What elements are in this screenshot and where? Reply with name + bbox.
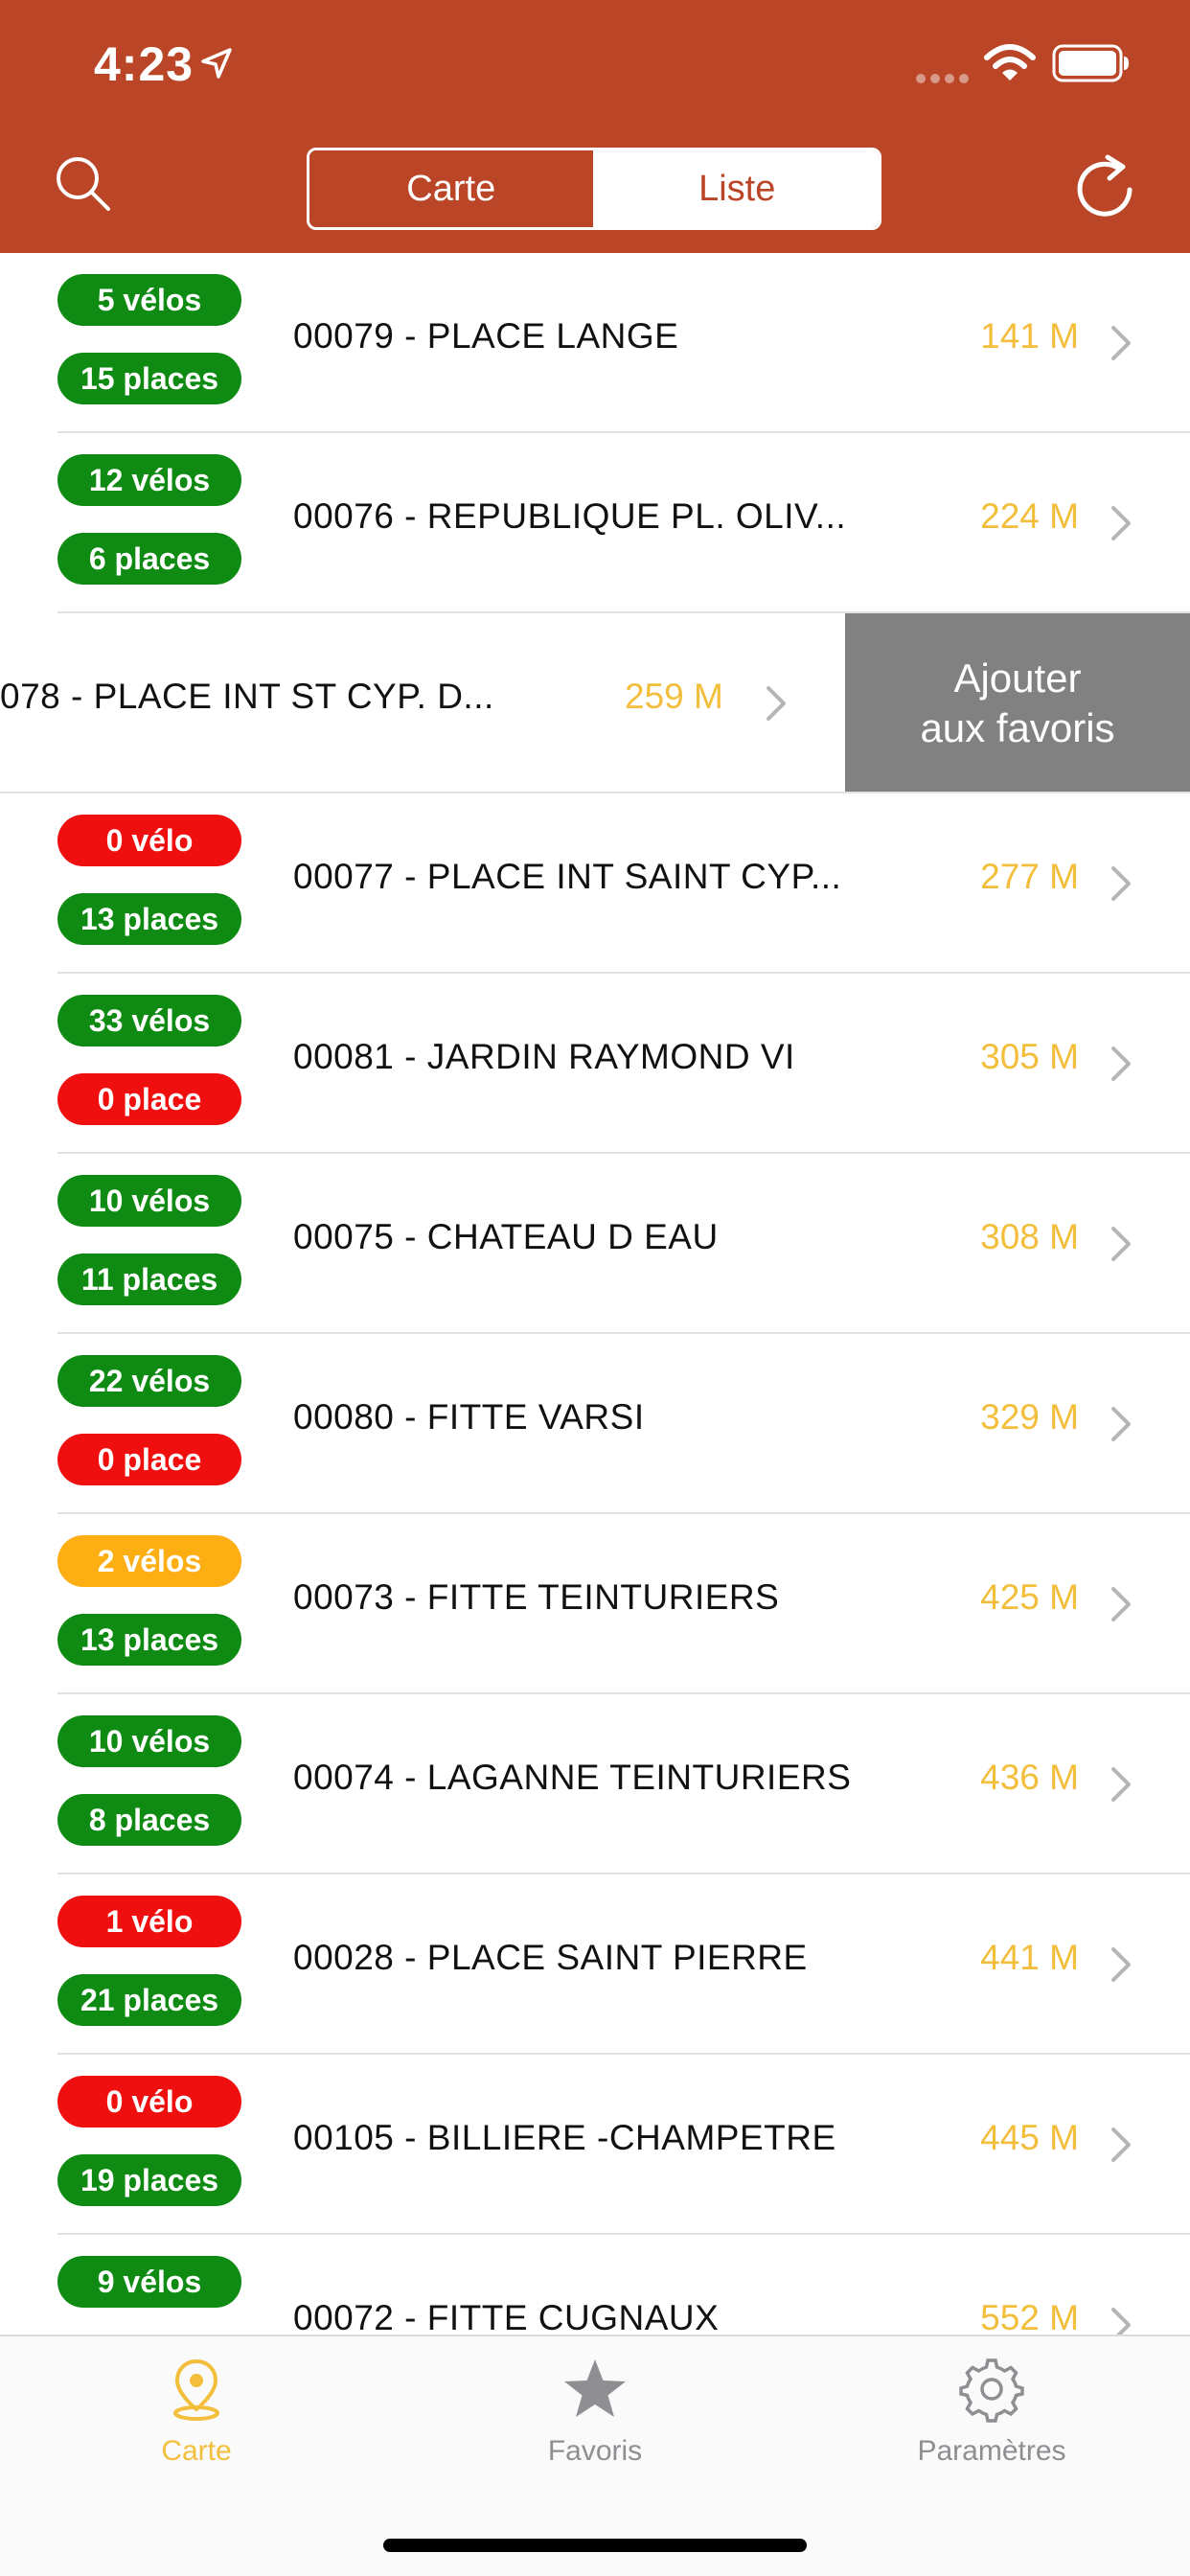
station-row[interactable]: 12 vélos 6 places 00076 - REPUBLIQUE PL.… [0,433,1190,613]
station-distance: 308 M [980,1217,1079,1256]
add-to-favorites-line2: aux favoris [920,705,1115,750]
station-distance: 552 M [980,2298,1079,2334]
station-row[interactable]: 33 vélos 0 place 00081 - JARDIN RAYMOND … [0,974,1190,1154]
station-distance: 259 M [625,677,723,716]
places-badge: 8 places [57,1794,241,1846]
segment-liste[interactable]: Liste [595,150,879,227]
station-name: 00079 - PLACE LANGE [293,316,679,356]
star-icon [564,2359,626,2417]
tab-parametres-label: Paramètres [917,2435,1066,2467]
station-distance: 329 M [980,1397,1079,1437]
bikes-badge: 5 vélos [57,274,241,326]
station-distance: 425 M [980,1577,1079,1617]
swiped-station-row[interactable]: 078 - PLACE INT ST CYP. D... 259 M Ajout… [0,613,1190,794]
chevron-right-icon [1111,2128,1131,2162]
station-distance: 277 M [980,857,1079,896]
app-header: 4:23 Carte Liste [0,0,1190,253]
location-arrow-icon [201,48,232,79]
station-row[interactable]: 0 vélo 13 places 00077 - PLACE INT SAINT… [0,794,1190,974]
station-name: 00072 - FITTE CUGNAUX [293,2298,720,2334]
chevron-right-icon [1111,1587,1131,1622]
swiped-row-content[interactable]: 078 - PLACE INT ST CYP. D... 259 M [0,613,845,794]
bikes-badge: 0 vélo [57,2076,241,2128]
station-row[interactable]: 5 vélos 15 places 00079 - PLACE LANGE 14… [0,253,1190,433]
places-badge: 21 places [57,1974,241,2026]
chevron-right-icon [1111,1227,1131,1261]
places-badge: 13 places [57,1614,241,1666]
chevron-right-icon [1111,1407,1131,1441]
station-row[interactable]: 0 vélo 19 places 00105 - BILLIERE -CHAMP… [0,2055,1190,2235]
tab-carte-label: Carte [161,2435,232,2467]
station-name: 00077 - PLACE INT SAINT CYP... [293,857,842,896]
station-list[interactable]: 5 vélos 15 places 00079 - PLACE LANGE 14… [0,253,1190,2334]
view-segmented-control: Carte Liste [307,148,881,230]
station-name: 00080 - FITTE VARSI [293,1397,645,1437]
bikes-badge: 9 vélos [57,2256,241,2308]
chevron-right-icon [1111,506,1131,540]
station-name: 00105 - BILLIERE -CHAMPETRE [293,2118,836,2157]
station-name: 00073 - FITTE TEINTURIERS [293,1577,780,1617]
refresh-icon[interactable] [1071,153,1138,220]
places-badge: 15 places [57,353,241,404]
station-distance: 445 M [980,2118,1079,2157]
station-row[interactable]: 1 vélo 21 places 00028 - PLACE SAINT PIE… [0,1874,1190,2055]
bikes-badge: 10 vélos [57,1175,241,1227]
status-time: 4:23 [94,37,195,91]
station-row[interactable]: 9 vélos 00072 - FITTE CUGNAUX 552 M [0,2235,1190,2334]
bikes-badge: 1 vélo [57,1896,241,1947]
station-distance: 141 M [980,316,1079,356]
places-badge: 6 places [57,533,241,585]
station-distance: 224 M [980,496,1079,536]
station-name: 00075 - CHATEAU D EAU [293,1217,719,1256]
gear-icon [959,2358,1024,2423]
station-row[interactable]: 10 vélos 11 places 00075 - CHATEAU D EAU… [0,1154,1190,1334]
bikes-badge: 12 vélos [57,454,241,506]
chevron-right-icon [1111,866,1131,901]
tab-favoris[interactable]: Favoris [451,2356,739,2468]
bikes-badge: 33 vélos [57,995,241,1046]
station-name: 00074 - LAGANNE TEINTURIERS [293,1758,852,1797]
station-name: 078 - PLACE INT ST CYP. D... [0,677,494,716]
map-pin-icon [173,2358,219,2421]
tab-parametres[interactable]: Paramètres [848,2356,1135,2468]
cellular-signal-icon [916,71,973,88]
segment-carte[interactable]: Carte [309,150,596,227]
places-badge: 0 place [57,1434,241,1485]
bikes-badge: 0 vélo [57,815,241,866]
places-badge: 19 places [57,2154,241,2206]
station-name: 00028 - PLACE SAINT PIERRE [293,1938,808,1977]
battery-icon [1052,44,1129,82]
chevron-right-icon [767,686,786,721]
station-row[interactable]: 2 vélos 13 places 00073 - FITTE TEINTURI… [0,1514,1190,1694]
station-distance: 441 M [980,1938,1079,1977]
station-name: 00076 - REPUBLIQUE PL. OLIV... [293,496,847,536]
places-badge: 0 place [57,1073,241,1125]
add-to-favorites-line1: Ajouter [953,656,1082,701]
station-distance: 305 M [980,1037,1079,1076]
bikes-badge: 10 vélos [57,1715,241,1767]
station-name: 00081 - JARDIN RAYMOND VI [293,1037,795,1076]
home-indicator [383,2539,807,2552]
places-badge: 13 places [57,893,241,945]
chevron-right-icon [1111,1767,1131,1802]
wifi-icon [984,44,1036,80]
tab-carte[interactable]: Carte [53,2356,340,2468]
chevron-right-icon [1111,1046,1131,1081]
chevron-right-icon [1111,2308,1131,2334]
tab-favoris-label: Favoris [547,2435,643,2467]
station-row[interactable]: 22 vélos 0 place 00080 - FITTE VARSI 329… [0,1334,1190,1514]
add-to-favorites-button[interactable]: Ajouter aux favoris [845,613,1190,794]
bikes-badge: 2 vélos [57,1535,241,1587]
chevron-right-icon [1111,1947,1131,1982]
station-distance: 436 M [980,1758,1079,1797]
places-badge: 11 places [57,1254,241,1305]
chevron-right-icon [1111,326,1131,360]
bikes-badge: 22 vélos [57,1355,241,1407]
station-row[interactable]: 10 vélos 8 places 00074 - LAGANNE TEINTU… [0,1694,1190,1874]
search-icon[interactable] [53,153,114,215]
